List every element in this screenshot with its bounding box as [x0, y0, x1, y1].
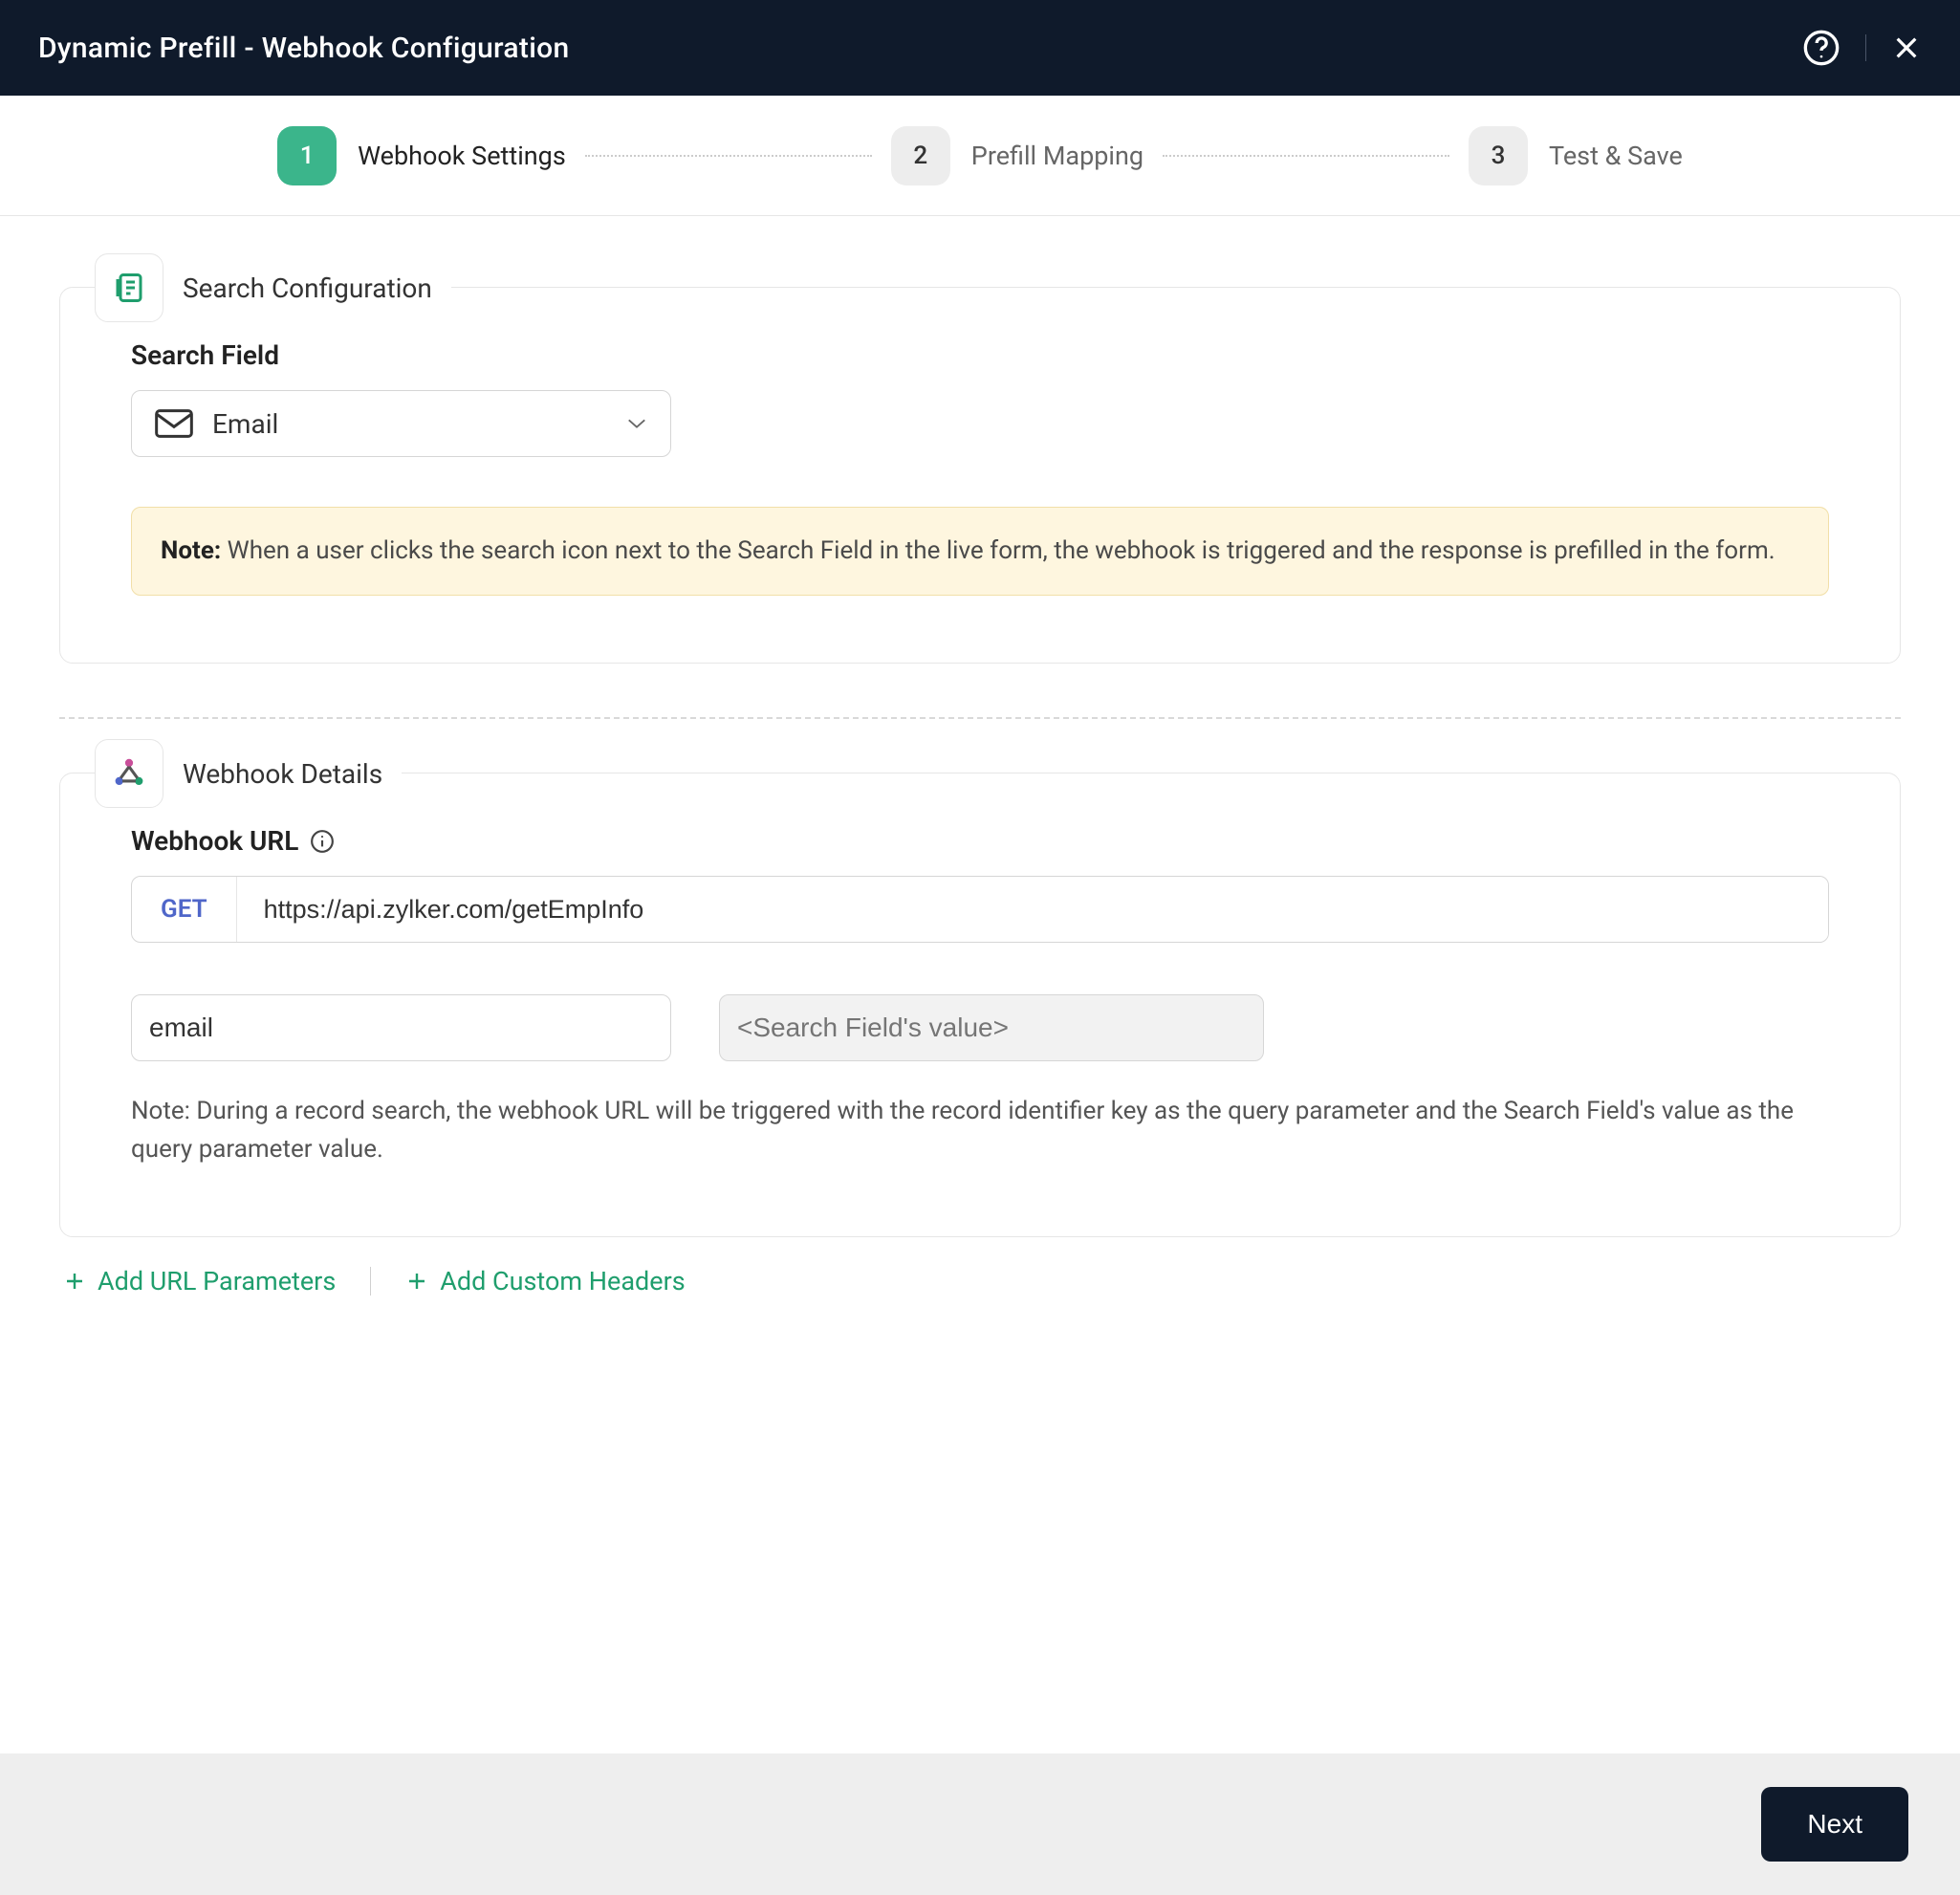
search-field-select[interactable]: Email — [131, 390, 671, 457]
step-connector — [585, 155, 872, 157]
step-label: Webhook Settings — [358, 141, 566, 171]
chevron-down-icon — [626, 417, 647, 430]
note-text: When a user clicks the search icon next … — [221, 536, 1775, 565]
step-label: Test & Save — [1549, 141, 1683, 171]
search-note: Note: When a user clicks the search icon… — [131, 507, 1829, 596]
section-title: Webhook Details — [183, 758, 382, 790]
dialog-footer: Next — [0, 1753, 1960, 1895]
webhook-details-card: Webhook Details Webhook URL GET — [59, 773, 1901, 1237]
help-icon[interactable] — [1802, 29, 1840, 67]
step-connector — [1163, 155, 1449, 157]
webhook-note: Note: During a record search, the webhoo… — [131, 1092, 1829, 1169]
section-header: Webhook Details — [95, 739, 402, 808]
dialog-title: Dynamic Prefill - Webhook Configuration — [38, 32, 569, 65]
step-number: 1 — [277, 126, 337, 185]
webhook-url-row: GET — [131, 876, 1829, 943]
header-divider — [1865, 34, 1866, 61]
form-icon — [95, 253, 163, 322]
step-number: 2 — [891, 126, 950, 185]
add-custom-headers-button[interactable]: Add Custom Headers — [405, 1266, 685, 1296]
step-test-save[interactable]: 3 Test & Save — [1469, 126, 1683, 185]
section-title: Search Configuration — [183, 272, 432, 304]
search-configuration-card: Search Configuration Search Field Email — [59, 287, 1901, 664]
envelope-icon — [155, 409, 193, 438]
info-icon[interactable] — [310, 829, 335, 854]
step-prefill-mapping[interactable]: 2 Prefill Mapping — [891, 126, 1143, 185]
plus-icon — [405, 1270, 428, 1293]
section-header: Search Configuration — [95, 253, 451, 322]
step-number: 3 — [1469, 126, 1528, 185]
note-label: Note: — [161, 536, 221, 565]
plus-icon — [63, 1270, 86, 1293]
add-url-parameters-button[interactable]: Add URL Parameters — [63, 1266, 336, 1296]
query-param-key-input[interactable] — [131, 994, 671, 1061]
query-param-row — [131, 994, 1829, 1061]
next-button[interactable]: Next — [1761, 1787, 1908, 1862]
webhook-url-input[interactable] — [237, 877, 1828, 942]
section-divider — [59, 717, 1901, 719]
webhook-icon — [95, 739, 163, 808]
wizard-stepper: 1 Webhook Settings 2 Prefill Mapping 3 T… — [0, 96, 1960, 216]
search-field-label: Search Field — [131, 339, 1829, 371]
dialog-header: Dynamic Prefill - Webhook Configuration — [0, 0, 1960, 96]
link-actions: Add URL Parameters Add Custom Headers — [63, 1266, 1901, 1296]
step-webhook-settings[interactable]: 1 Webhook Settings — [277, 126, 566, 185]
dialog-body: Search Configuration Search Field Email — [0, 216, 1960, 1753]
header-actions — [1802, 29, 1922, 67]
webhook-url-label: Webhook URL — [131, 825, 1829, 857]
http-method[interactable]: GET — [132, 877, 237, 942]
select-value: Email — [212, 408, 278, 440]
link-label: Add Custom Headers — [440, 1266, 685, 1296]
link-separator — [370, 1267, 371, 1296]
query-param-value-input — [719, 994, 1264, 1061]
link-label: Add URL Parameters — [98, 1266, 336, 1296]
step-label: Prefill Mapping — [971, 141, 1143, 171]
close-icon[interactable] — [1891, 33, 1922, 63]
